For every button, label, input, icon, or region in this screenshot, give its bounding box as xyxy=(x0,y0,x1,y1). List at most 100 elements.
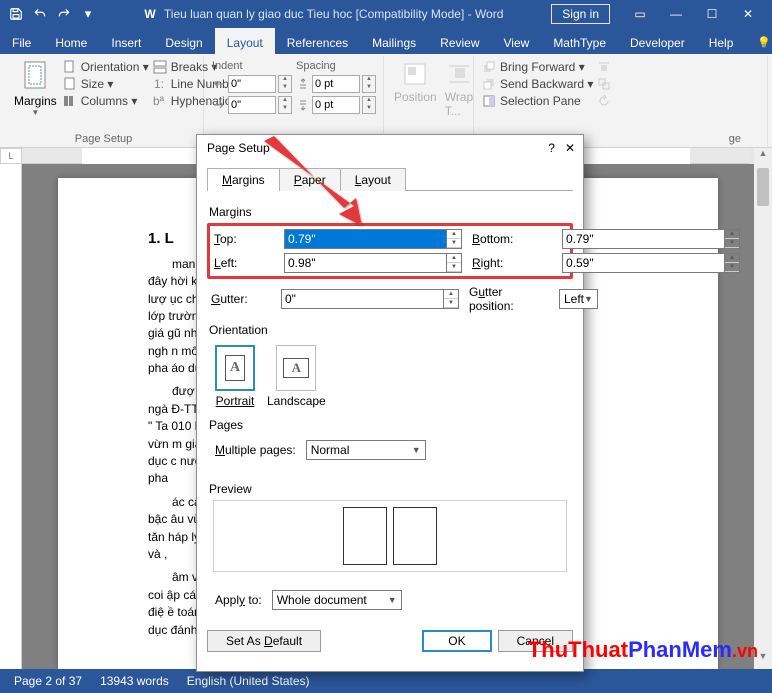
spacing-before-spinner[interactable]: ▲▼ xyxy=(362,75,376,93)
right-margin-spinner[interactable]: ▲▼ xyxy=(725,253,740,273)
dialog-tab-paper[interactable]: Paper xyxy=(279,168,341,191)
margins-icon xyxy=(21,60,49,92)
bring-forward-button: Bring Forward ▾ xyxy=(482,60,593,74)
label-top: Top: xyxy=(214,232,274,246)
margins-preview xyxy=(213,500,567,572)
indent-right-spinner[interactable]: ▲▼ xyxy=(278,96,292,114)
selection-pane-button[interactable]: Selection Pane xyxy=(482,94,593,108)
maximize-icon[interactable]: ☐ xyxy=(698,7,726,21)
selection-pane-icon xyxy=(482,94,496,108)
send-backward-button: Send Backward ▾ xyxy=(482,77,593,91)
group-label-page-setup: Page Setup xyxy=(10,133,197,147)
page-setup-dialog: Page Setup ? ✕ Margins Paper Layout Marg… xyxy=(196,134,584,672)
tab-design[interactable]: Design xyxy=(153,28,214,54)
scroll-thumb[interactable] xyxy=(757,168,769,206)
status-language[interactable]: English (United States) xyxy=(187,674,310,688)
label-gutter-position: Gutter position: xyxy=(469,285,549,313)
tab-developer[interactable]: Developer xyxy=(618,28,697,54)
spacing-after-icon xyxy=(296,98,310,112)
undo-icon[interactable] xyxy=(28,2,52,26)
right-margin-input[interactable] xyxy=(562,253,725,273)
spacing-before-icon xyxy=(296,77,310,91)
size-button[interactable]: Size ▾ xyxy=(63,77,149,91)
tab-mathtype[interactable]: MathType xyxy=(541,28,618,54)
top-margin-input[interactable] xyxy=(284,229,447,249)
dialog-help-icon[interactable]: ? xyxy=(548,141,555,155)
set-as-default-button[interactable]: Set As Default xyxy=(207,630,321,652)
dialog-tab-layout[interactable]: Layout xyxy=(340,168,406,191)
dialog-tab-margins[interactable]: Margins xyxy=(207,168,280,191)
tab-insert[interactable]: Insert xyxy=(99,28,153,54)
rotate-icon xyxy=(597,94,611,108)
apply-to-select[interactable]: Whole document▼ xyxy=(272,590,402,610)
section-preview: Preview xyxy=(209,482,573,496)
chevron-down-icon: ▼ xyxy=(584,294,593,304)
spacing-after-spinner[interactable]: ▲▼ xyxy=(362,96,376,114)
indent-left-icon xyxy=(212,77,226,91)
indent-heading: Indent xyxy=(212,60,292,72)
indent-left-input[interactable] xyxy=(228,75,276,93)
svg-text:bª: bª xyxy=(153,94,165,108)
gutter-position-select[interactable]: Left▼ xyxy=(559,289,598,309)
size-icon xyxy=(63,77,77,91)
section-pages: Pages xyxy=(209,418,573,432)
top-margin-spinner[interactable]: ▲▼ xyxy=(447,229,462,249)
tab-mailings[interactable]: Mailings xyxy=(360,28,428,54)
multiple-pages-select[interactable]: Normal▼ xyxy=(306,440,426,460)
margins-button[interactable]: Margins ▼ xyxy=(10,58,61,133)
gutter-spinner[interactable]: ▲▼ xyxy=(444,289,459,309)
label-left: Left: xyxy=(214,256,274,270)
wrap-text-icon xyxy=(445,60,473,88)
tell-me-search[interactable]: Tell me xyxy=(745,28,772,54)
spacing-after-input[interactable] xyxy=(312,96,360,114)
tab-review[interactable]: Review xyxy=(428,28,491,54)
ruler-corner[interactable]: L xyxy=(0,148,22,164)
ribbon-display-options-icon[interactable]: ▭ xyxy=(626,7,654,21)
scroll-up-icon[interactable]: ▲ xyxy=(754,148,772,166)
word-app-icon: W xyxy=(142,6,158,22)
qat-customize-icon[interactable]: ▾ xyxy=(76,2,100,26)
tab-home[interactable]: Home xyxy=(43,28,99,54)
save-icon[interactable] xyxy=(4,2,28,26)
chevron-down-icon: ▼ xyxy=(412,445,421,455)
tab-layout[interactable]: Layout xyxy=(215,28,275,54)
vertical-ruler[interactable] xyxy=(0,164,22,669)
tab-view[interactable]: View xyxy=(492,28,542,54)
ok-button[interactable]: OK xyxy=(422,630,491,652)
status-words[interactable]: 13943 words xyxy=(100,674,169,688)
send-backward-icon xyxy=(482,77,496,91)
close-icon[interactable]: ✕ xyxy=(734,7,762,21)
align-icon xyxy=(597,60,611,74)
columns-button[interactable]: Columns ▾ xyxy=(63,94,149,108)
left-margin-spinner[interactable]: ▲▼ xyxy=(447,253,462,273)
indent-right-input[interactable] xyxy=(228,96,276,114)
breaks-icon xyxy=(153,60,167,74)
label-bottom: Bottom: xyxy=(472,232,552,246)
spacing-before-input[interactable] xyxy=(312,75,360,93)
indent-left-spinner[interactable]: ▲▼ xyxy=(278,75,292,93)
minimize-icon[interactable]: — xyxy=(662,7,690,21)
vertical-scrollbar[interactable]: ▲ ▼ xyxy=(754,148,772,669)
redo-icon[interactable] xyxy=(52,2,76,26)
tab-file[interactable]: File xyxy=(0,28,43,54)
section-margins: Margins xyxy=(209,205,573,219)
orientation-landscape[interactable]: A Landscape xyxy=(267,345,326,408)
window-title: Tieu luan quan ly giao duc Tieu hoc [Com… xyxy=(164,7,504,21)
line-numbers-icon: 1: xyxy=(153,77,167,91)
group-icon xyxy=(597,77,611,91)
bottom-margin-spinner[interactable]: ▲▼ xyxy=(725,229,740,249)
label-apply-to: Apply to: xyxy=(215,593,262,607)
orientation-button[interactable]: Orientation ▾ xyxy=(63,60,149,74)
left-margin-input[interactable] xyxy=(284,253,447,273)
label-multiple-pages: Multiple pages: xyxy=(215,443,296,457)
tab-help[interactable]: Help xyxy=(697,28,746,54)
sign-in-button[interactable]: Sign in xyxy=(551,4,610,24)
bottom-margin-input[interactable] xyxy=(562,229,725,249)
dialog-close-icon[interactable]: ✕ xyxy=(565,141,575,155)
orientation-portrait[interactable]: A Portrait xyxy=(215,345,255,408)
gutter-input[interactable] xyxy=(281,289,444,309)
status-page[interactable]: Page 2 of 37 xyxy=(14,674,82,688)
hyphenation-icon: bª xyxy=(153,94,167,108)
tab-references[interactable]: References xyxy=(275,28,360,54)
chevron-down-icon: ▼ xyxy=(388,595,397,605)
